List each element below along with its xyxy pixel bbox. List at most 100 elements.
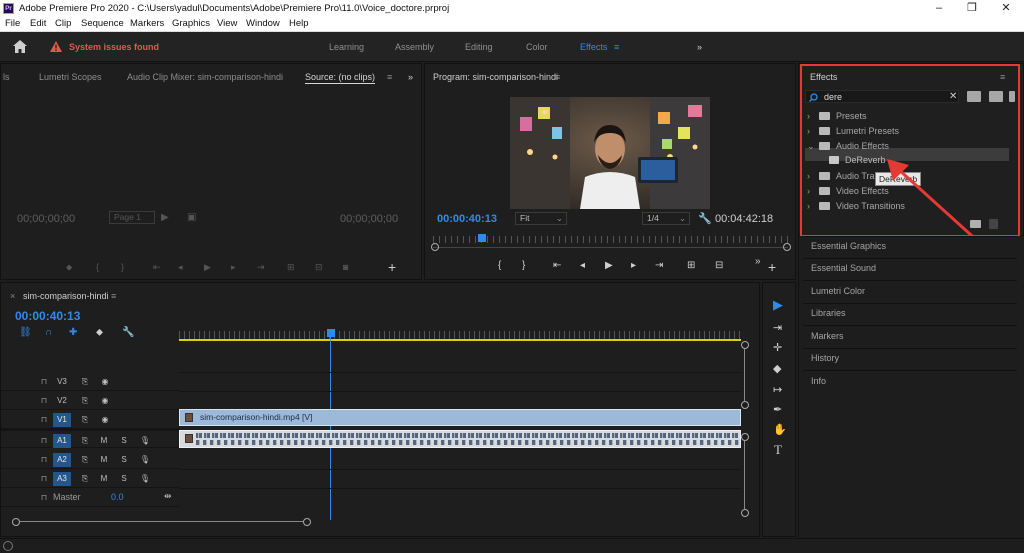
vscroll-handle-mid[interactable]: [741, 401, 749, 409]
mark-in-icon[interactable]: {: [96, 262, 99, 272]
extract-icon[interactable]: ⊟: [715, 260, 723, 271]
slip-tool-icon[interactable]: ↦: [773, 383, 782, 396]
solo-button[interactable]: S: [115, 453, 133, 467]
microphone-icon[interactable]: 🎙: [136, 453, 154, 467]
work-area-bar[interactable]: [179, 339, 741, 341]
play-program-icon[interactable]: ▶: [605, 260, 613, 271]
mute-button[interactable]: M: [95, 453, 113, 467]
menu-sequence[interactable]: Sequence: [81, 18, 124, 29]
program-menu-icon[interactable]: ≡: [555, 72, 560, 82]
panel-essential-graphics[interactable]: Essential Graphics: [811, 241, 886, 251]
eye-icon[interactable]: ◉: [96, 375, 114, 389]
eye-icon[interactable]: ◉: [96, 394, 114, 408]
program-title[interactable]: Program: sim-comparison-hindi: [433, 72, 558, 82]
timeline-playhead-line[interactable]: [330, 337, 331, 520]
microphone-icon[interactable]: 🎙: [136, 472, 154, 486]
program-video-frame[interactable]: [510, 97, 710, 209]
program-playhead-timecode[interactable]: 00:00:40:13: [437, 213, 497, 225]
program-add-button[interactable]: +: [768, 259, 776, 275]
track-select-tool-icon[interactable]: ⇥: [773, 321, 782, 334]
workspace-tab-effects[interactable]: Effects: [580, 42, 607, 52]
step-forward-icon[interactable]: ▸: [631, 260, 636, 271]
razor-tool-icon[interactable]: ◆: [773, 362, 781, 375]
vscroll-track-audio[interactable]: [744, 441, 745, 509]
source-overflow-icon[interactable]: »: [408, 72, 413, 82]
tab-source[interactable]: Source: (no clips): [305, 72, 376, 84]
sync-lock-icon[interactable]: ⎘: [76, 375, 94, 389]
go-to-end-icon[interactable]: ⇹: [164, 491, 172, 502]
vscroll-handle-bottom[interactable]: [741, 509, 749, 517]
audio-clip[interactable]: [179, 430, 741, 448]
track-label-v3[interactable]: V3: [53, 375, 71, 389]
vscroll-handle-top[interactable]: [741, 341, 749, 349]
lock-icon[interactable]: ⊓: [35, 375, 53, 389]
overwrite-icon[interactable]: ⊟: [315, 262, 323, 273]
panel-history[interactable]: History: [811, 353, 839, 363]
lock-icon[interactable]: ⊓: [35, 453, 53, 467]
lock-icon[interactable]: ⊓: [35, 394, 53, 408]
go-to-in-icon[interactable]: ⇤: [553, 260, 561, 271]
snap-icon[interactable]: ∩: [45, 327, 52, 338]
workspace-menu-icon[interactable]: ≡: [614, 42, 619, 52]
microphone-icon[interactable]: 🎙: [136, 434, 154, 448]
timeline-timecode[interactable]: 00:00:40:13: [15, 309, 80, 323]
workspace-tab-learning[interactable]: Learning: [329, 42, 364, 52]
program-playhead[interactable]: [478, 234, 486, 242]
vscroll-handle-audio[interactable]: [741, 433, 749, 441]
source-menu-icon[interactable]: ≡: [387, 72, 392, 82]
lock-icon[interactable]: ⊓: [35, 413, 53, 427]
sync-lock-icon[interactable]: ⎘: [76, 413, 94, 427]
workspace-tab-color[interactable]: Color: [526, 42, 548, 52]
selection-tool-icon[interactable]: ▶: [773, 297, 783, 313]
export-frame-icon[interactable]: ◙: [343, 262, 348, 272]
insert-icon[interactable]: ⊞: [287, 262, 295, 273]
nest-icon[interactable]: ⛓: [19, 327, 32, 338]
ripple-edit-tool-icon[interactable]: ✛: [773, 341, 782, 354]
timeline-playhead-handle[interactable]: [327, 329, 335, 337]
workspace-tab-assembly[interactable]: Assembly: [395, 42, 434, 52]
hscroll-handle-right[interactable]: [303, 518, 311, 526]
source-timecode-in[interactable]: 00;00;00;00: [17, 213, 75, 225]
panel-libraries[interactable]: Libraries: [811, 308, 846, 318]
tab-effects-controls[interactable]: ls: [3, 72, 10, 82]
program-time-ruler[interactable]: [433, 236, 788, 243]
lock-icon[interactable]: ⊓: [35, 491, 53, 505]
zoom-handle-left[interactable]: [431, 243, 439, 251]
track-label-v2[interactable]: V2: [53, 394, 71, 408]
track-label-a1[interactable]: A1: [53, 434, 71, 448]
home-icon[interactable]: [13, 40, 27, 53]
lock-icon[interactable]: ⊓: [35, 472, 53, 486]
eye-icon[interactable]: ◉: [96, 413, 114, 427]
tab-lumetri-scopes[interactable]: Lumetri Scopes: [39, 72, 102, 82]
workspace-overflow-icon[interactable]: »: [697, 42, 702, 52]
tab-sequence[interactable]: sim-comparison-hindi: [23, 291, 109, 301]
mark-out-icon[interactable]: }: [121, 262, 124, 272]
type-tool-icon[interactable]: T: [774, 442, 782, 458]
minimize-button[interactable]: –: [925, 1, 953, 16]
workspace-tab-editing[interactable]: Editing: [465, 42, 493, 52]
go-to-out-icon[interactable]: ⇥: [655, 260, 663, 271]
pen-tool-icon[interactable]: ✒: [773, 403, 782, 416]
program-zoom-bar[interactable]: [433, 247, 788, 248]
track-label-a3[interactable]: A3: [53, 472, 71, 486]
mark-in-icon[interactable]: {: [498, 260, 501, 271]
system-issues-link[interactable]: System issues found: [69, 42, 159, 52]
menu-window[interactable]: Window: [246, 18, 280, 29]
linked-selection-icon[interactable]: ✚: [69, 327, 77, 338]
hscroll-track[interactable]: [20, 521, 303, 522]
panel-markers[interactable]: Markers: [811, 331, 844, 341]
fit-select[interactable]: Fit ⌄: [515, 212, 567, 225]
timeline-ruler[interactable]: [179, 331, 741, 339]
sync-lock-icon[interactable]: ⎘: [76, 394, 94, 408]
source-add-button[interactable]: +: [388, 259, 396, 275]
menu-markers[interactable]: Markers: [130, 18, 164, 29]
status-icon[interactable]: [3, 541, 13, 551]
menu-edit[interactable]: Edit: [30, 18, 46, 29]
track-label-v1[interactable]: V1: [53, 413, 71, 427]
menu-graphics[interactable]: Graphics: [172, 18, 210, 29]
menu-help[interactable]: Help: [289, 18, 309, 29]
wrench-icon[interactable]: 🔧: [122, 327, 134, 338]
mute-button[interactable]: M: [95, 434, 113, 448]
step-forward-icon[interactable]: ▸: [231, 262, 236, 273]
panel-essential-sound[interactable]: Essential Sound: [811, 263, 876, 273]
